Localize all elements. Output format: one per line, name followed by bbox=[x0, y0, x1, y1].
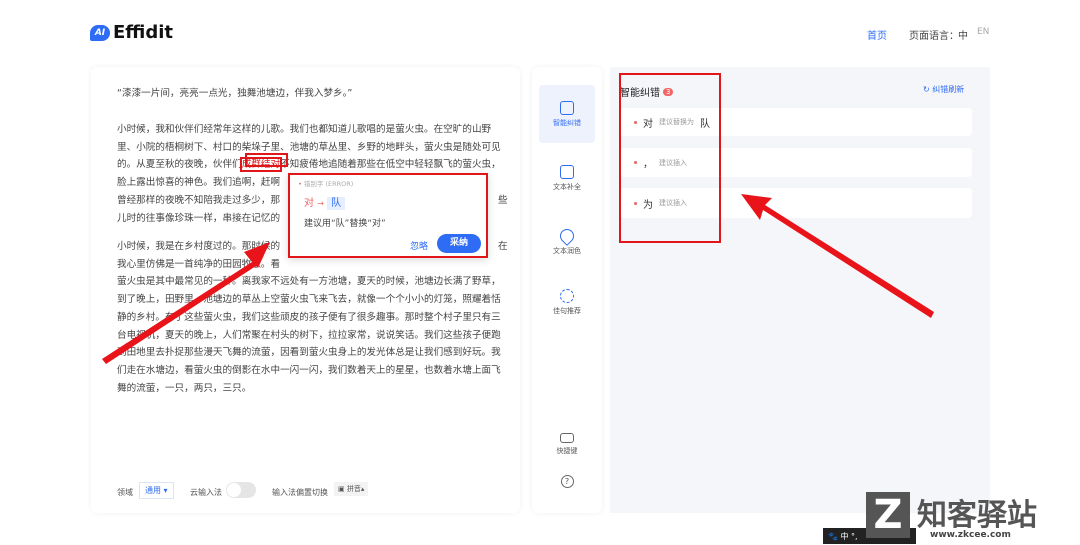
watermark-text: 知客驿站 bbox=[917, 498, 1037, 533]
annotation-arrows bbox=[102, 194, 934, 364]
watermark-url: www.zkcee.com bbox=[930, 530, 1011, 540]
arrow-left bbox=[102, 242, 270, 364]
watermark-logo: Z bbox=[866, 492, 910, 538]
ime-indicator: 中 bbox=[840, 532, 849, 541]
paw-icon: 🐾 bbox=[828, 532, 841, 541]
arrow-right bbox=[741, 194, 934, 318]
